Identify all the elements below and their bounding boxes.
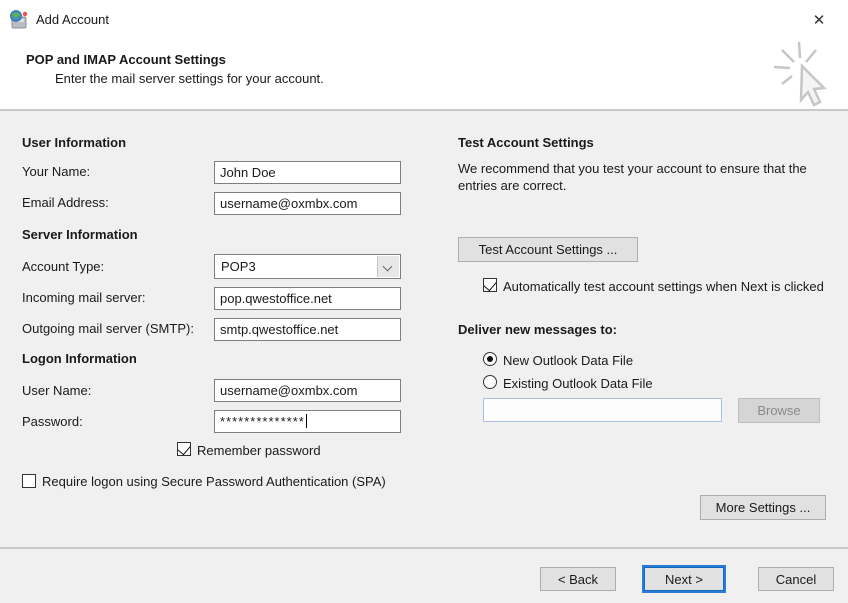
outgoing-server-input[interactable] [214, 318, 401, 341]
test-account-settings-button[interactable]: Test Account Settings ... [458, 237, 638, 262]
window-title: Add Account [36, 12, 109, 27]
server-info-heading: Server Information [22, 227, 138, 242]
click-cursor-icon [772, 40, 834, 108]
browse-button[interactable]: Browse [738, 398, 820, 423]
more-settings-button[interactable]: More Settings ... [700, 495, 826, 520]
form-area: User Information Your Name: Email Addres… [0, 113, 848, 547]
combo-dropdown-button[interactable] [377, 256, 399, 277]
text-caret [306, 414, 307, 428]
data-file-path-input[interactable] [483, 398, 722, 422]
close-icon[interactable]: ✕ [808, 10, 830, 32]
password-label: Password: [22, 414, 83, 429]
account-type-select[interactable]: POP3 [214, 254, 401, 279]
auto-test-checkbox[interactable] [483, 278, 497, 292]
email-input[interactable] [214, 192, 401, 215]
your-name-input[interactable] [214, 161, 401, 184]
new-data-file-label: New Outlook Data File [503, 353, 633, 368]
logon-username-label: User Name: [22, 383, 91, 398]
logon-info-heading: Logon Information [22, 351, 137, 366]
add-account-icon [8, 9, 30, 31]
password-input[interactable]: ************** [214, 410, 401, 433]
chevron-down-icon [384, 263, 392, 271]
back-button[interactable]: < Back [540, 567, 616, 591]
remember-password-checkbox[interactable] [177, 442, 191, 456]
existing-data-file-label: Existing Outlook Data File [503, 376, 653, 391]
user-info-heading: User Information [22, 135, 126, 150]
existing-data-file-radio[interactable] [483, 375, 497, 389]
outgoing-server-label: Outgoing mail server (SMTP): [22, 321, 194, 336]
add-account-dialog: Add Account ✕ POP and IMAP Account Setti… [0, 0, 848, 603]
test-settings-heading: Test Account Settings [458, 135, 594, 150]
account-type-value: POP3 [221, 259, 256, 274]
your-name-label: Your Name: [22, 164, 90, 179]
account-type-label: Account Type: [22, 259, 104, 274]
next-button[interactable]: Next > [644, 567, 724, 591]
button-bar: < Back Next > Cancel [0, 547, 848, 603]
title-bar: Add Account ✕ [0, 0, 848, 40]
new-data-file-radio[interactable] [483, 352, 497, 366]
spa-checkbox[interactable] [22, 474, 36, 488]
page-subtitle: Enter the mail server settings for your … [55, 71, 324, 86]
wizard-header: POP and IMAP Account Settings Enter the … [0, 40, 848, 111]
remember-password-label: Remember password [197, 443, 321, 458]
test-settings-description: We recommend that you test your account … [458, 160, 836, 194]
incoming-server-label: Incoming mail server: [22, 290, 146, 305]
email-label: Email Address: [22, 195, 109, 210]
deliver-heading: Deliver new messages to: [458, 322, 617, 337]
password-masked-value: ************** [220, 414, 305, 429]
logon-username-input[interactable] [214, 379, 401, 402]
spa-label: Require logon using Secure Password Auth… [42, 474, 394, 490]
auto-test-label: Automatically test account settings when… [503, 278, 835, 295]
cancel-button[interactable]: Cancel [758, 567, 834, 591]
page-title: POP and IMAP Account Settings [26, 52, 226, 67]
incoming-server-input[interactable] [214, 287, 401, 310]
